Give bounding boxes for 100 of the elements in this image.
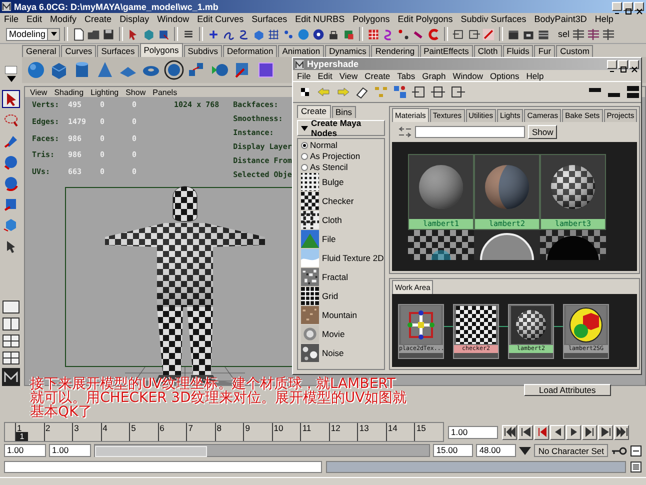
menu-item[interactable]: Window [452,70,483,80]
four-pane-layout-icon[interactable] [2,351,20,365]
arrows-icon[interactable] [398,125,412,139]
single-pane-layout-icon[interactable] [2,300,20,314]
texture-node-item[interactable]: Cloth [301,211,384,229]
menu-item[interactable]: File [4,14,19,24]
input-icon[interactable] [411,84,427,100]
playback-button[interactable] [534,424,549,440]
playback-button[interactable] [550,424,565,440]
split-pane-icon[interactable] [625,84,641,100]
range-slider-thumb[interactable] [95,446,208,457]
radio-option[interactable]: Normal [301,140,384,150]
menu-item[interactable]: Create [84,14,112,24]
input-icon[interactable] [452,28,465,40]
shelf-tab[interactable]: Surfaces [97,45,139,57]
menu-item[interactable]: Edit [26,14,42,24]
tab[interactable]: Bins [332,106,356,118]
tool-button[interactable] [2,90,20,108]
panel-menu-item[interactable]: View [30,88,48,96]
end-time-field[interactable]: 48.00 [476,444,516,457]
playback-end-field[interactable]: 15.00 [433,444,474,457]
shelf-tab[interactable]: Rendering [371,45,419,57]
menu-item[interactable]: File [297,70,311,80]
playback-button[interactable] [582,424,597,440]
menu-item[interactable]: Edit [318,70,332,80]
texture-node-item[interactable]: Fluid Texture 2D [301,249,384,267]
panel-menu-item[interactable]: Lighting [90,88,119,96]
plus-icon[interactable] [207,28,220,40]
texture-node-item[interactable]: Bulge [301,173,384,191]
range-slider[interactable] [94,444,430,457]
menu-item[interactable]: Options [490,70,520,80]
current-frame-marker[interactable]: 1 [16,432,28,441]
shelf-tab[interactable]: General [22,45,60,57]
menu-item[interactable]: Graph [422,70,446,80]
mode-dropdown[interactable]: Modeling [6,28,60,40]
panel-menu-item[interactable]: Shading [54,88,84,96]
list-icon[interactable] [602,28,615,40]
shelf-options-icon[interactable] [5,66,17,74]
key-icon[interactable] [611,446,627,456]
menu-item[interactable]: Edit Polygons [398,14,453,24]
output-icon[interactable] [467,28,480,40]
crossed-icon[interactable] [482,28,495,40]
menu-item[interactable]: View [339,70,358,80]
texture-node-item[interactable]: Checker [301,192,384,210]
shelf-tab[interactable]: Polygons [140,43,183,57]
list-icon[interactable] [572,28,585,40]
texture-node-item[interactable]: Mountain [301,306,384,324]
playback-start-field[interactable]: 1.00 [49,444,91,457]
shelf-tab[interactable]: Deformation [222,45,278,57]
script-editor-icon[interactable] [630,461,642,473]
menu-item[interactable]: Help [526,70,544,80]
cube-icon[interactable] [256,60,276,80]
menu-item[interactable]: Window [157,14,190,24]
menu-item[interactable]: Help [594,14,614,24]
section-header[interactable]: Create Maya Nodes [297,120,385,136]
cone-icon[interactable] [95,60,115,80]
load-attributes-button[interactable]: Load Attributes [524,384,611,396]
playback-button[interactable] [502,424,517,440]
four-pane-layout-icon[interactable] [2,334,20,348]
magnet-icon[interactable] [427,28,440,40]
menu-item[interactable]: Subdiv Surfaces [460,14,526,24]
caret-icon[interactable] [6,76,16,82]
shelf-tab[interactable]: Cloth [474,45,502,57]
radio-option[interactable]: As Projection [301,151,384,161]
two-pane-layout-icon[interactable] [2,317,20,331]
curve-icon[interactable] [237,28,250,40]
character-set-dropdown[interactable]: No Character Set [534,444,608,457]
texture-node-item[interactable]: Noise [301,344,384,362]
texture-node-item[interactable]: File [301,230,384,248]
shelf-tab[interactable]: Curves [61,45,96,57]
shelf-tab[interactable]: Fluids [502,45,534,57]
cube-icon[interactable] [252,28,265,40]
grid-icon[interactable] [267,28,280,40]
playback-button[interactable] [518,424,533,440]
menu-item[interactable]: Create [364,70,390,80]
playback-button[interactable] [598,424,613,440]
menu-item[interactable]: BodyPaint3D [534,14,587,24]
dots-icon[interactable] [397,28,410,40]
list-icon[interactable] [586,28,600,40]
shelf-tab[interactable]: Fur [534,45,556,57]
box-icon[interactable] [342,28,355,40]
time-slider[interactable]: 1 1 2 3 4 5 6 7 8 9 10 11 12 13 14 15 [4,422,444,442]
minimize-button[interactable] [612,2,622,11]
start-time-field[interactable]: 1.00 [4,444,46,457]
show-button[interactable]: Show [528,125,558,139]
panel-menu-item[interactable]: Panels [152,88,178,96]
folder-icon[interactable] [87,28,100,40]
shelf-tab[interactable]: Animation [278,45,324,57]
shelf-tab[interactable]: PaintEffects [420,45,473,57]
cube-icon[interactable] [157,28,170,40]
dots-icon[interactable] [282,28,295,40]
search-field[interactable] [415,126,525,138]
menu-item[interactable]: Surfaces [252,14,288,24]
node-graph-icon[interactable] [392,84,408,100]
input-output-icon[interactable] [430,84,446,100]
menu-item[interactable]: Edit NURBS [295,14,345,24]
shelf-tab[interactable]: Custom [556,45,594,57]
node-graph-icon[interactable] [373,84,389,100]
playback-button[interactable] [566,424,581,440]
menu-item[interactable]: Display [120,14,150,24]
